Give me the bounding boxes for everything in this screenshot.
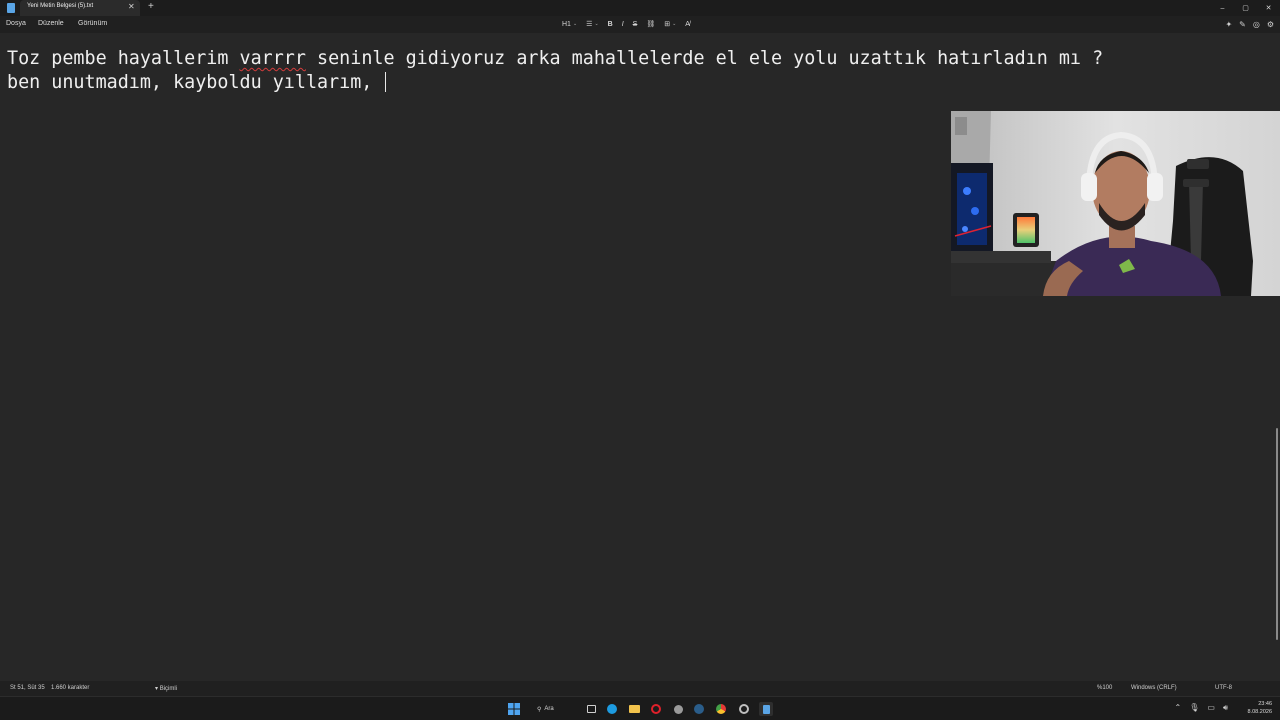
task-view-icon[interactable] (584, 702, 598, 716)
edge-browser-icon[interactable] (605, 702, 619, 716)
file-explorer-icon[interactable] (627, 702, 641, 716)
menu-edit[interactable]: Düzenle (38, 20, 64, 27)
taskbar: ⚲ Ara ⌃ 🎙︎ ▭ 🔊︎ 23:46 8.08.2026 (0, 696, 1280, 720)
volume-icon[interactable]: 🔊︎ (1223, 703, 1228, 713)
right-toolbar: ✦ ✎ ◎ ⚙ (1225, 17, 1274, 31)
system-tray: ⌃ 🎙︎ ▭ 🔊︎ (1175, 703, 1228, 713)
opera-browser-icon[interactable] (649, 702, 663, 716)
assist-icon[interactable]: ◎ (1253, 20, 1260, 29)
zoom-level[interactable]: %100 (1097, 685, 1112, 691)
chevron-up-icon[interactable]: ⌃ (1175, 703, 1182, 713)
menu-file[interactable]: Dosya (6, 20, 26, 27)
notepad-taskbar-icon[interactable] (759, 702, 773, 716)
table-dropdown[interactable]: ⊞ ⌄ (664, 20, 676, 28)
status-bar: St 51, Süt 35 1.660 karakter ▾ Biçimli %… (0, 681, 1280, 696)
line-1-text-end: seninle gidiyoruz arka mahallelerde el e… (305, 48, 1104, 69)
heading-label: H1 (562, 20, 571, 28)
format-label: Biçimli (159, 686, 178, 692)
new-tab-button[interactable]: + (148, 1, 154, 13)
windows-logo-icon (508, 703, 520, 715)
search-label: Ara (544, 706, 554, 712)
clear-formatting-icon[interactable]: A̸ (685, 21, 690, 28)
vertical-scrollbar[interactable] (1276, 428, 1278, 640)
webcam-image (951, 111, 1280, 296)
search-icon: ⚲ (537, 706, 542, 713)
chevron-down-icon: ⌄ (572, 21, 578, 27)
network-icon[interactable]: ▭ (1207, 703, 1215, 713)
text-cursor (385, 72, 387, 92)
link-icon[interactable]: ⛓ (646, 20, 655, 28)
character-count: 1.660 karakter (51, 685, 90, 691)
window-controls: – ▢ ✕ (1211, 0, 1280, 16)
bold-button[interactable]: B (608, 21, 613, 28)
strikethrough-button[interactable]: S (633, 21, 638, 28)
title-bar: Yeni Metin Belgesi (5).txt ✕ + – ▢ ✕ (0, 0, 1280, 16)
chrome-browser-icon[interactable] (714, 702, 728, 716)
italic-button[interactable]: I (622, 21, 624, 28)
start-button[interactable] (507, 702, 521, 716)
obs-icon[interactable] (737, 702, 751, 716)
tab-title: Yeni Metin Belgesi (5).txt (27, 3, 94, 9)
close-window-button[interactable]: ✕ (1257, 0, 1280, 16)
taskbar-search[interactable]: ⚲ Ara (537, 702, 554, 716)
close-tab-icon[interactable]: ✕ (128, 2, 135, 12)
document-text[interactable]: Toz pembe hayallerim varrrr seninle gidi… (7, 47, 1103, 95)
notepad-icon (7, 3, 15, 13)
list-icon: ☰ (586, 21, 593, 28)
app-icon[interactable] (671, 702, 685, 716)
misspelled-word[interactable]: varrrr (240, 48, 306, 69)
list-dropdown[interactable]: ☰ ⌄ (586, 20, 598, 28)
clock-date: 8.08.2026 (1247, 709, 1272, 715)
copilot-icon[interactable]: ✦ (1225, 20, 1232, 29)
chevron-down-icon: ⌄ (594, 21, 599, 27)
line-ending[interactable]: Windows (CRLF) (1131, 685, 1177, 691)
steam-icon[interactable] (692, 702, 706, 716)
microphone-icon[interactable]: 🎙︎ (1189, 703, 1199, 713)
heading-dropdown[interactable]: H1 ⌄ (562, 21, 577, 28)
clock-time: 23:46 (1258, 701, 1272, 707)
line-2-text: ben unutmadım, kayboldu yıllarım, (7, 72, 384, 93)
line-1-text-start: Toz pembe hayallerim (7, 48, 240, 69)
formatting-toolbar: H1 ⌄ ☰ ⌄ B I S ⛓ ⊞ ⌄ A̸ (562, 17, 690, 31)
format-mode[interactable]: ▾ Biçimli (155, 685, 177, 692)
taskbar-clock[interactable]: 23:46 8.08.2026 (1248, 700, 1272, 716)
tab-document[interactable]: Yeni Metin Belgesi (5).txt ✕ (20, 0, 140, 16)
table-icon: ⊞ (664, 21, 671, 28)
encoding[interactable]: UTF-8 (1215, 685, 1232, 691)
minimize-button[interactable]: – (1211, 0, 1234, 16)
cursor-position: St 51, Süt 35 (10, 685, 45, 691)
rewrite-icon[interactable]: ✎ (1239, 20, 1246, 29)
maximize-button[interactable]: ▢ (1234, 0, 1257, 16)
settings-gear-icon[interactable]: ⚙ (1267, 20, 1274, 29)
webcam-overlay (951, 111, 1280, 296)
chevron-down-icon: ⌄ (672, 21, 677, 27)
menu-view[interactable]: Görünüm (78, 20, 107, 27)
